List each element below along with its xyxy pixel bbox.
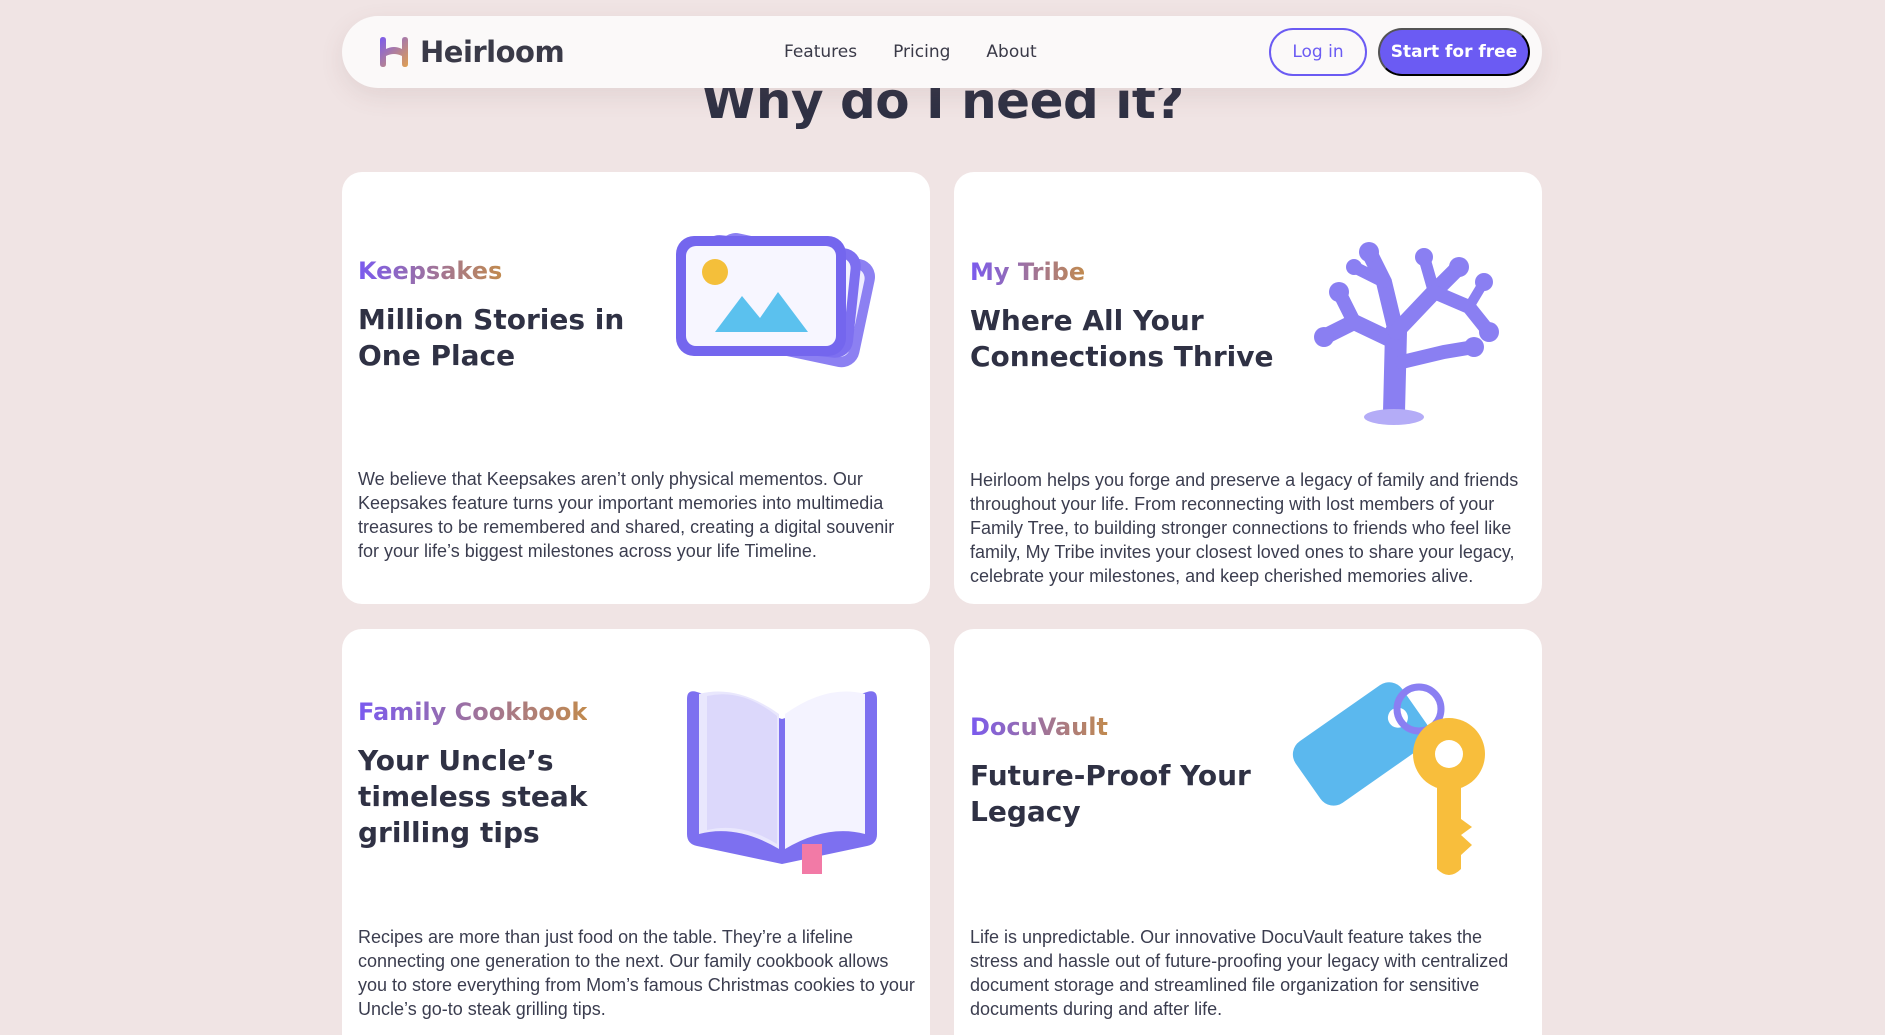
card-title: Future-Proof Your Legacy: [970, 759, 1251, 828]
card-description: Recipes are more than just food on the t…: [358, 927, 915, 1019]
nav-link-about[interactable]: About: [986, 42, 1036, 62]
open-book-icon: [677, 674, 887, 884]
brand-logo[interactable]: Heirloom: [376, 34, 565, 70]
heirloom-logo-icon: [380, 37, 408, 67]
card-description: Heirloom helps you forge and preserve a …: [970, 470, 1519, 586]
card-tag: My Tribe: [970, 258, 1086, 286]
coral-tree-icon: [1284, 212, 1514, 432]
card-title: Million Stories in One Place: [358, 303, 625, 372]
feature-card-docuvault: DocuVault Future-Proof Your Legacy Life …: [954, 629, 1542, 1035]
brand-name: Heirloom: [420, 35, 565, 69]
nav-links: Features Pricing About: [784, 42, 1037, 62]
card-tag: Family Cookbook: [358, 698, 588, 726]
card-title: Where All Your Connections Thrive: [970, 304, 1274, 373]
photo-stack-icon: [660, 220, 900, 400]
card-tag: DocuVault: [970, 713, 1108, 741]
nav-link-pricing[interactable]: Pricing: [893, 42, 950, 62]
card-description: We believe that Keepsakes aren’t only ph…: [358, 469, 895, 561]
start-for-free-button[interactable]: Start for free: [1378, 28, 1530, 76]
key-tag-icon: [1284, 659, 1524, 889]
feature-card-my-tribe: My Tribe Where All Your Connections Thri…: [954, 172, 1542, 604]
top-navbar: Heirloom Features Pricing About Log in S…: [342, 16, 1542, 88]
card-description: Life is unpredictable. Our innovative Do…: [970, 927, 1509, 1019]
login-button[interactable]: Log in: [1269, 28, 1367, 76]
feature-card-family-cookbook: Family Cookbook Your Uncle’s timeless st…: [342, 629, 930, 1035]
feature-card-keepsakes: Keepsakes Million Stories in One Place W…: [342, 172, 930, 604]
card-tag: Keepsakes: [358, 257, 503, 285]
card-title: Your Uncle’s timeless steak grilling tip…: [358, 744, 588, 849]
nav-link-features[interactable]: Features: [784, 42, 857, 62]
